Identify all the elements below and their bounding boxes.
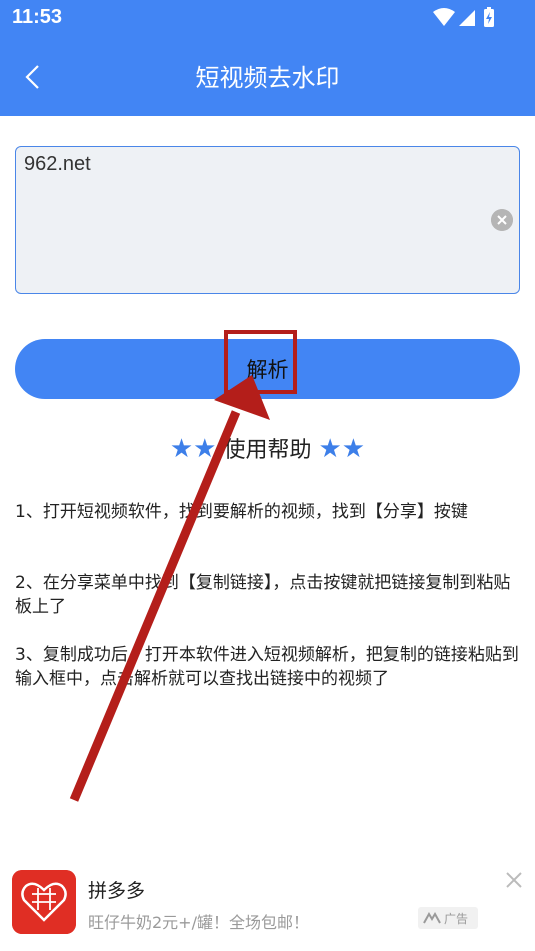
parse-button[interactable]: 解析 <box>15 339 520 399</box>
ad-tag-label: 广告 <box>444 912 469 926</box>
ad-title[interactable]: 拼多多 <box>88 876 145 903</box>
close-icon[interactable] <box>504 870 524 890</box>
url-input-value[interactable]: 962.net <box>24 153 91 176</box>
ad-description[interactable]: 旺仔牛奶2元+/罐！全场包邮！ <box>88 909 309 933</box>
help-step-3: 3、复制成功后，打开本软件进入短视频解析，把复制的链接粘贴到输入框中，点击解析就… <box>15 645 519 689</box>
help-title-text: 使用帮助 <box>223 438 312 463</box>
help-title: ★★ 使用帮助 ★★ <box>0 432 535 464</box>
status-icons <box>433 7 494 27</box>
help-step-1: 1、打开短视频软件，找到要解析的视频，找到【分享】按键 <box>15 502 468 522</box>
app-bar: 11:53 短视频去水印 <box>0 0 535 116</box>
clear-icon[interactable] <box>491 209 513 231</box>
page-title: 短视频去水印 <box>195 64 340 92</box>
ad-tag: 广告 <box>418 907 478 929</box>
wifi-icon <box>433 8 455 26</box>
stars-left: ★★ <box>169 434 217 464</box>
parse-button-label: 解析 <box>246 358 289 382</box>
status-time: 11:53 <box>12 6 63 28</box>
annotation-arrow <box>69 375 270 802</box>
ad-banner[interactable]: 拼多多 旺仔牛奶2元+/罐！全场包邮！ 广告 <box>0 862 535 951</box>
pinduoduo-logo <box>12 870 76 934</box>
ad-network-icon <box>423 912 441 924</box>
url-input[interactable]: 962.net <box>15 146 520 294</box>
signal-icon <box>459 10 475 26</box>
help-step-2: 2、在分享菜单中找到【复制链接】，点击按键就把链接复制到粘贴板上了 <box>15 573 511 617</box>
stars-right: ★★ <box>318 434 366 464</box>
battery-icon <box>484 7 494 27</box>
